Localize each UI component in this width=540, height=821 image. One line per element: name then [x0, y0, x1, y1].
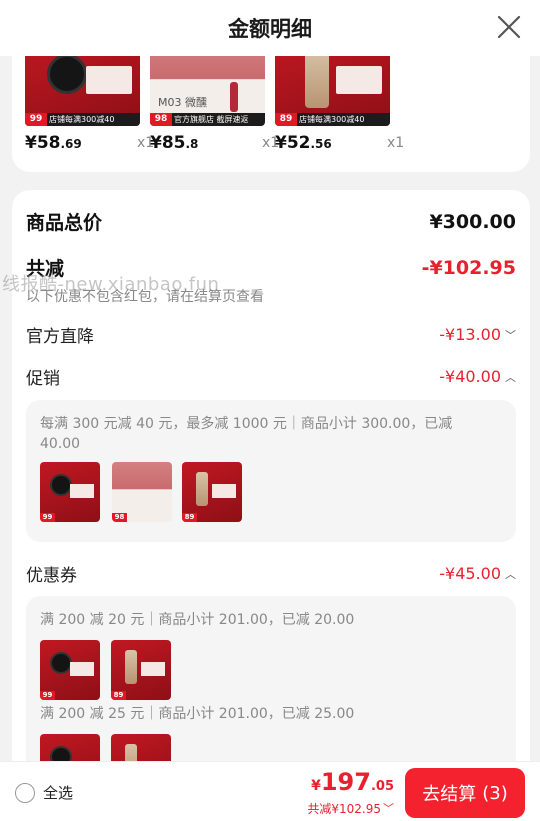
promotion-product-thumb: 98	[112, 462, 172, 522]
coupon-amount: -¥45.00 ︿	[439, 564, 516, 583]
products-card: 店铺每满300减40 99 ¥58.69 x1 M03 微醺 官方旗舰店 截屏速…	[12, 40, 530, 172]
thumb-price: 99	[40, 513, 55, 522]
promotion-panel: 每满 300 元减 40 元，最多减 1000 元｜商品小计 300.00，已减…	[26, 400, 516, 542]
promotion-row[interactable]: 促销 -¥40.00 ︿	[26, 364, 516, 389]
official-drop-row[interactable]: 官方直降 -¥13.00 ﹀	[26, 322, 516, 347]
gift-box-graphic	[86, 66, 132, 94]
checkout-label: 去结算	[422, 784, 477, 805]
goods-total-value: ¥300.00	[429, 210, 516, 233]
sheet-header: 金额明细	[0, 0, 540, 56]
promotion-product-thumb: 99	[40, 462, 100, 522]
close-icon[interactable]	[496, 14, 522, 40]
cushion-jar-graphic	[50, 652, 72, 674]
thumb-price: 99	[25, 113, 47, 126]
thumb-price: 98	[150, 113, 172, 126]
chevron-down-icon: ﹀	[505, 328, 516, 342]
thumb-price: 99	[40, 691, 55, 700]
product-price: ¥58.69	[25, 133, 82, 153]
goods-total-label: 商品总价	[26, 212, 103, 234]
foundation-bottle-graphic	[305, 48, 329, 108]
official-drop-label: 官方直降	[26, 327, 94, 347]
checkout-button[interactable]: 去结算 (3)	[405, 768, 525, 818]
total-discount-value: -¥102.95	[421, 256, 516, 279]
lipstick-graphic	[230, 82, 238, 112]
checkout-bar: 全选 ¥197.05 共减¥102.95 ﹀ 去结算 (3)	[0, 761, 540, 821]
gift-box-graphic	[336, 66, 382, 94]
goods-total-row: 商品总价 ¥300.00	[26, 208, 516, 235]
thumb-price: 89	[111, 691, 126, 700]
product-qty: x1	[387, 135, 405, 151]
promotion-value: -¥40.00	[439, 367, 501, 386]
chevron-up-icon: ︿	[505, 567, 516, 581]
gift-box-graphic	[141, 662, 165, 676]
coupon-rule-text: 满 200 减 20 元｜商品小计 201.00，已减 20.00	[40, 612, 355, 628]
product-price: ¥52.56	[275, 133, 332, 153]
coupon-value: -¥45.00	[439, 564, 501, 583]
gift-box-graphic	[70, 484, 94, 498]
promotion-product-thumb: 89	[182, 462, 242, 522]
promotion-amount: -¥40.00 ︿	[439, 367, 516, 386]
thumb-price: 98	[112, 513, 127, 522]
foundation-bottle-graphic	[196, 472, 208, 506]
cushion-jar-graphic	[50, 474, 72, 496]
coupon-product-thumb: 99	[40, 640, 100, 700]
thumb-price: 89	[182, 513, 197, 522]
total-amount: ¥197.05	[311, 768, 394, 796]
official-drop-value: -¥13.00	[439, 325, 501, 344]
promotion-detail: 每满 300 元减 40 元，最多减 1000 元｜商品小计 300.00，已减…	[40, 416, 453, 452]
lip-label: M03 微醺	[158, 96, 207, 109]
total-saved-text: 共减¥102.95	[307, 802, 381, 816]
select-all-toggle[interactable]: 全选	[15, 782, 73, 803]
gift-box-graphic	[212, 484, 236, 498]
coupon-label: 优惠券	[26, 566, 77, 586]
chevron-down-icon: ﹀	[383, 802, 394, 815]
product-price: ¥85.8	[150, 133, 199, 153]
official-drop-amount: -¥13.00 ﹀	[439, 325, 516, 344]
promotion-label: 促销	[26, 369, 60, 389]
watermark-text: 线报酷-new.xianbao.fun	[2, 274, 220, 295]
total-saved[interactable]: 共减¥102.95 ﹀	[307, 801, 394, 817]
thumb-price: 89	[275, 113, 297, 126]
gift-box-graphic	[70, 662, 94, 676]
sheet-title: 金额明细	[228, 17, 312, 41]
coupon-rule-text: 满 200 减 25 元｜商品小计 201.00，已减 25.00	[40, 706, 355, 722]
checkout-count: (3)	[482, 782, 508, 804]
cushion-jar-graphic	[47, 54, 87, 94]
order-total: ¥197.05 共减¥102.95 ﹀	[307, 768, 394, 817]
coupon-row[interactable]: 优惠券 -¥45.00 ︿	[26, 561, 516, 586]
foundation-bottle-graphic	[125, 650, 137, 684]
select-all-radio[interactable]	[15, 782, 35, 803]
coupon-product-thumb: 89	[111, 640, 171, 700]
select-all-label: 全选	[43, 784, 74, 802]
chevron-up-icon: ︿	[505, 370, 516, 384]
